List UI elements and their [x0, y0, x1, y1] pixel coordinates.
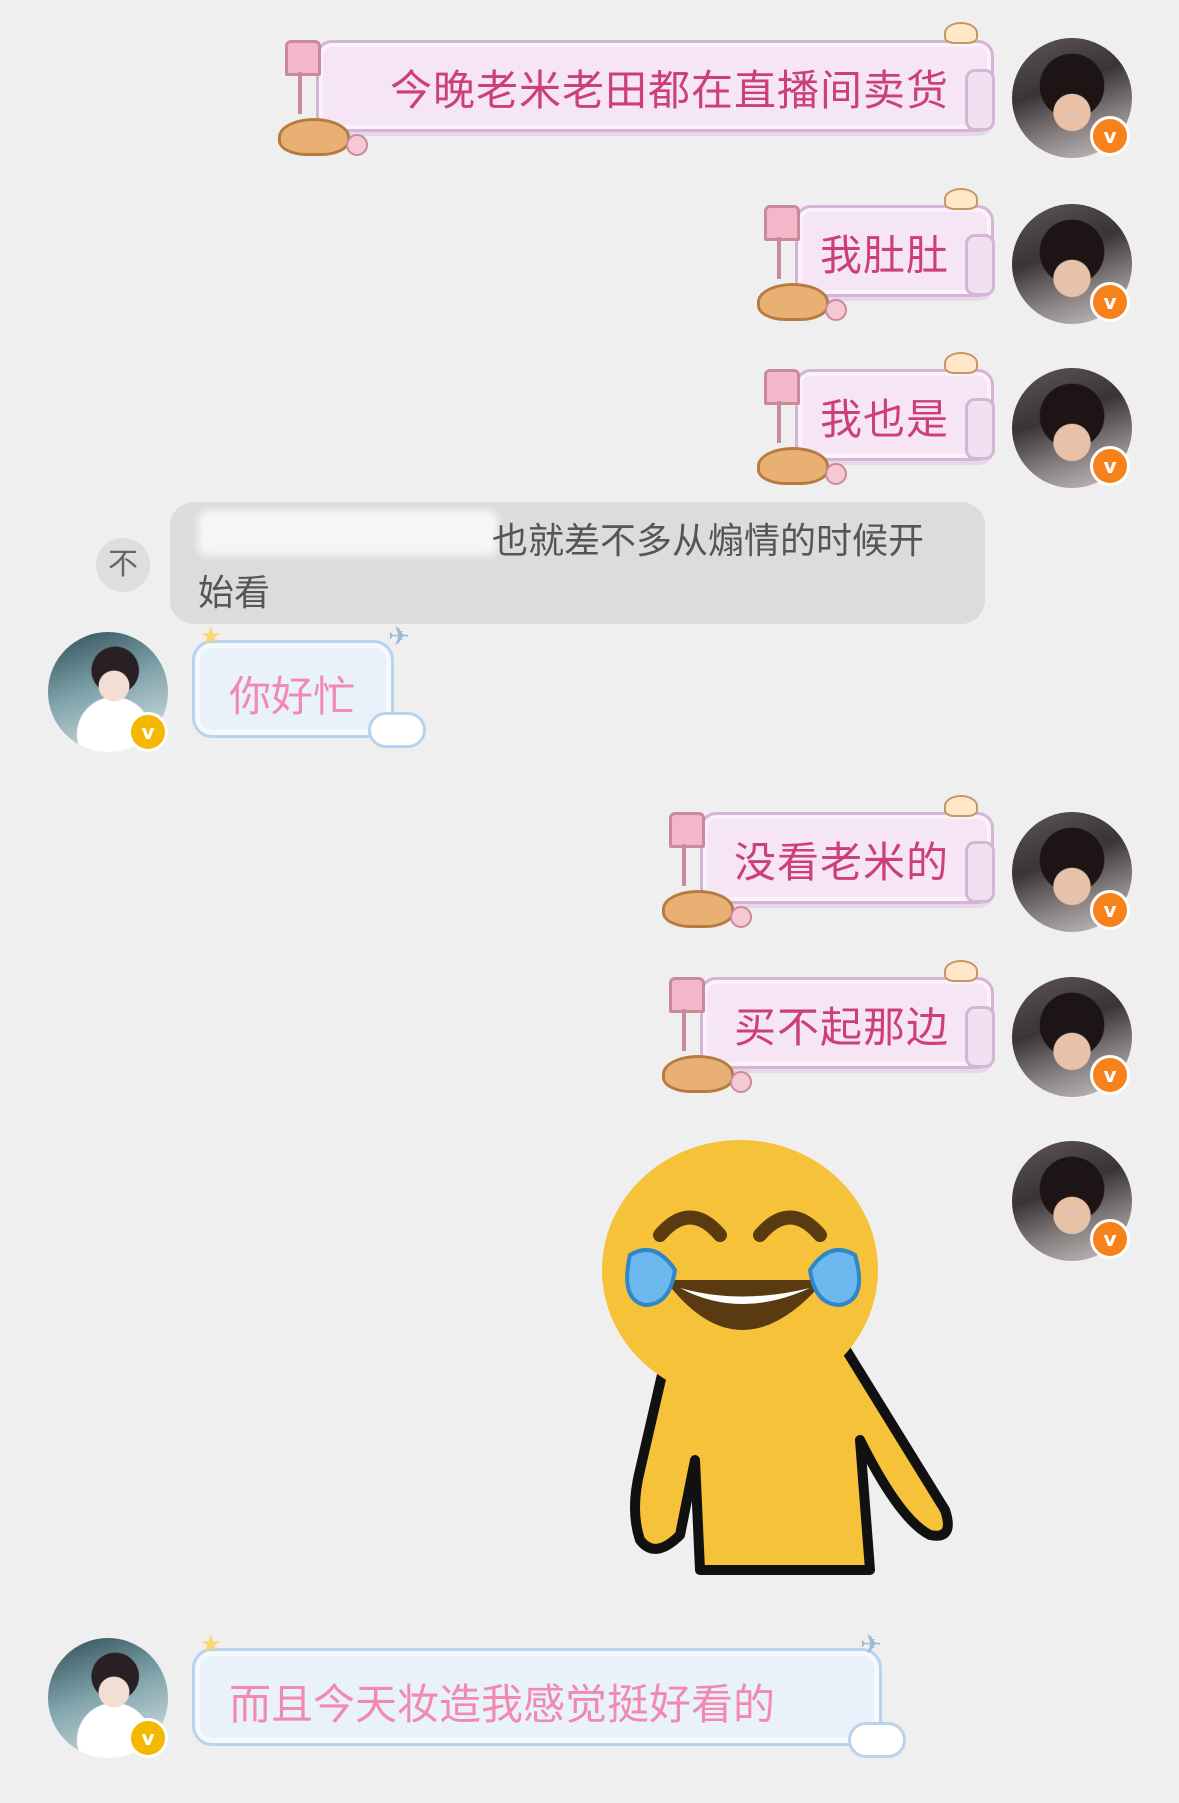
lamp-stem-decoration: [777, 237, 781, 279]
outgoing-bubble[interactable]: 我肚肚: [795, 205, 995, 297]
quoted-message[interactable]: 也就差不多从煽情的时候开 始看: [170, 502, 985, 624]
message-text: 今晚老米老田都在直播间卖货: [389, 66, 949, 115]
lamp-decoration-icon: [764, 369, 800, 405]
kitten-decoration-icon: [944, 188, 978, 210]
cat-decoration-icon: [662, 1055, 734, 1093]
verified-badge-icon: v: [1090, 116, 1130, 156]
cat-decoration-icon: [278, 118, 350, 156]
star-decoration-icon: ★: [200, 1630, 222, 1658]
outgoing-bubble[interactable]: 今晚老米老田都在直播间卖货: [316, 40, 995, 132]
bubble-decoration: [965, 398, 995, 460]
kitten-decoration-icon: [944, 960, 978, 982]
cat-decoration-icon: [757, 283, 829, 321]
incoming-bubble[interactable]: 你好忙: [192, 640, 394, 738]
verified-badge-icon: v: [128, 712, 168, 752]
paper-plane-decoration-icon: ✈: [860, 1630, 882, 1660]
outgoing-bubble[interactable]: 我也是: [795, 369, 995, 461]
verified-badge-icon: v: [128, 1718, 168, 1758]
outgoing-bubble[interactable]: 没看老米的: [700, 812, 995, 904]
yarn-decoration-icon: [346, 134, 368, 156]
yarn-decoration-icon: [825, 463, 847, 485]
message-text: 没看老米的: [733, 838, 949, 887]
incoming-bubble[interactable]: 而且今天妆造我感觉挺好看的: [192, 1648, 882, 1746]
cat-decoration-icon: [757, 447, 829, 485]
outgoing-bubble[interactable]: 买不起那边: [700, 977, 995, 1069]
verified-badge-icon: v: [1090, 446, 1130, 486]
yarn-decoration-icon: [730, 1071, 752, 1093]
top-pin-icon[interactable]: 不: [96, 538, 150, 592]
cloud-decoration-icon: [848, 1722, 906, 1758]
yarn-decoration-icon: [825, 299, 847, 321]
cloud-decoration-icon: [368, 712, 426, 748]
lamp-stem-decoration: [682, 844, 686, 886]
lamp-stem-decoration: [682, 1009, 686, 1051]
bubble-decoration: [965, 841, 995, 903]
message-text: 买不起那边: [733, 1003, 949, 1052]
lamp-stem-decoration: [777, 401, 781, 443]
redacted-name: [198, 510, 498, 556]
cat-decoration-icon: [662, 890, 734, 928]
paper-plane-decoration-icon: ✈: [388, 622, 410, 652]
yarn-decoration-icon: [730, 906, 752, 928]
bubble-decoration: [965, 69, 995, 131]
quote-text-line-1: 也就差不多从煽情的时候开: [492, 521, 925, 562]
message-text: 我也是: [819, 395, 949, 444]
quote-text-line-2: 始看: [198, 573, 271, 614]
message-text: 而且今天妆造我感觉挺好看的: [229, 1680, 776, 1729]
laughing-crying-emoji-sticker[interactable]: [600, 1140, 970, 1575]
lamp-decoration-icon: [285, 40, 321, 76]
lamp-stem-decoration: [298, 72, 302, 114]
kitten-decoration-icon: [944, 22, 978, 44]
verified-badge-icon: v: [1090, 1055, 1130, 1095]
star-decoration-icon: ★: [200, 622, 222, 650]
kitten-decoration-icon: [944, 795, 978, 817]
bubble-decoration: [965, 234, 995, 296]
bubble-decoration: [965, 1006, 995, 1068]
kitten-decoration-icon: [944, 352, 978, 374]
verified-badge-icon: v: [1090, 282, 1130, 322]
verified-badge-icon: v: [1090, 890, 1130, 930]
lamp-decoration-icon: [669, 977, 705, 1013]
lamp-decoration-icon: [764, 205, 800, 241]
lamp-decoration-icon: [669, 812, 705, 848]
verified-badge-icon: v: [1090, 1219, 1130, 1259]
message-text: 你好忙: [229, 672, 356, 721]
message-text: 我肚肚: [819, 231, 949, 280]
